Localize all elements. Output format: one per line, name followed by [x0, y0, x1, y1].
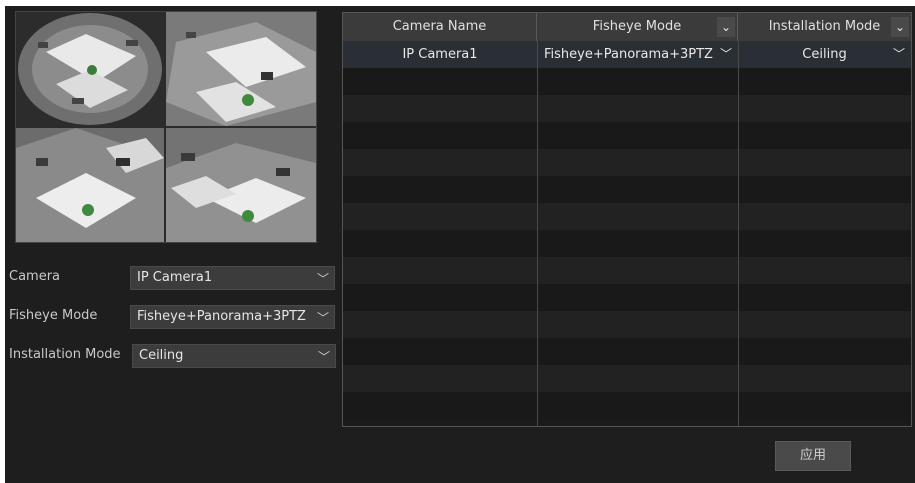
- installation-mode-select[interactable]: Ceiling ﹀: [132, 344, 336, 368]
- fisheye-image: [16, 12, 164, 126]
- chevron-down-icon: ﹀: [316, 311, 329, 325]
- chevron-down-icon: ﹀: [892, 47, 905, 61]
- cell-fisheye-mode[interactable]: Fisheye+Panorama+3PTZ ﹀: [537, 41, 738, 68]
- column-label: Installation Mode: [768, 19, 881, 34]
- apply-button[interactable]: 应用: [775, 441, 851, 471]
- table-row: [343, 68, 911, 95]
- camera-preview: [15, 11, 317, 243]
- table-row: [343, 284, 911, 311]
- table-row: [343, 392, 911, 419]
- table-row: [343, 122, 911, 149]
- camera-label: Camera: [9, 269, 61, 284]
- ptz-view-1[interactable]: [166, 12, 316, 126]
- ptz-view-3[interactable]: [166, 128, 316, 242]
- cell-installation-mode[interactable]: Ceiling ﹀: [738, 41, 911, 68]
- table-row: [343, 257, 911, 284]
- chevron-down-icon: ﹀: [316, 272, 329, 286]
- chevron-down-icon: ﹀: [719, 47, 732, 61]
- table-row[interactable]: IP Camera1 Fisheye+Panorama+3PTZ ﹀ Ceili…: [343, 41, 911, 68]
- column-label: Fisheye Mode: [592, 19, 682, 34]
- ptz-image-1: [166, 12, 316, 126]
- chevron-down-icon[interactable]: ⌄: [717, 17, 735, 37]
- camera-table: Camera Name Fisheye Mode ⌄ Installation …: [342, 12, 912, 427]
- table-header: Camera Name Fisheye Mode ⌄ Installation …: [343, 13, 911, 42]
- column-divider: [738, 41, 739, 426]
- ptz-image-3: [166, 128, 316, 242]
- column-label: Camera Name: [392, 19, 487, 34]
- fisheye-mode-label: Fisheye Mode: [9, 308, 98, 323]
- fisheye-settings-panel: Camera IP Camera1 ﹀ Fisheye Mode Fisheye…: [5, 6, 915, 483]
- table-row: [343, 149, 911, 176]
- column-camera-name: Camera Name: [343, 13, 537, 41]
- camera-select[interactable]: IP Camera1 ﹀: [130, 266, 335, 290]
- installation-mode-select-value: Ceiling: [139, 348, 184, 363]
- chevron-down-icon[interactable]: ⌄: [891, 17, 909, 37]
- cell-camera-name: IP Camera1: [402, 47, 478, 62]
- table-row: [343, 230, 911, 257]
- ptz-view-2[interactable]: [16, 128, 164, 242]
- table-row: [343, 95, 911, 122]
- column-fisheye-mode: Fisheye Mode ⌄: [537, 13, 738, 41]
- column-installation-mode: Installation Mode ⌄: [738, 13, 911, 41]
- table-row: [343, 203, 911, 230]
- table-row: [343, 176, 911, 203]
- table-row: [343, 365, 911, 392]
- cell-fisheye-mode-value: Fisheye+Panorama+3PTZ: [544, 47, 713, 62]
- installation-mode-label: Installation Mode: [9, 347, 121, 362]
- camera-select-value: IP Camera1: [137, 270, 213, 285]
- table-row: [343, 338, 911, 365]
- fisheye-mode-select-value: Fisheye+Panorama+3PTZ: [137, 309, 306, 324]
- column-divider: [537, 41, 538, 426]
- table-row: [343, 311, 911, 338]
- ptz-image-2: [16, 128, 164, 242]
- cell-installation-mode-value: Ceiling: [802, 47, 847, 62]
- fisheye-view[interactable]: [16, 12, 164, 126]
- fisheye-mode-select[interactable]: Fisheye+Panorama+3PTZ ﹀: [130, 305, 335, 329]
- chevron-down-icon: ﹀: [317, 350, 330, 364]
